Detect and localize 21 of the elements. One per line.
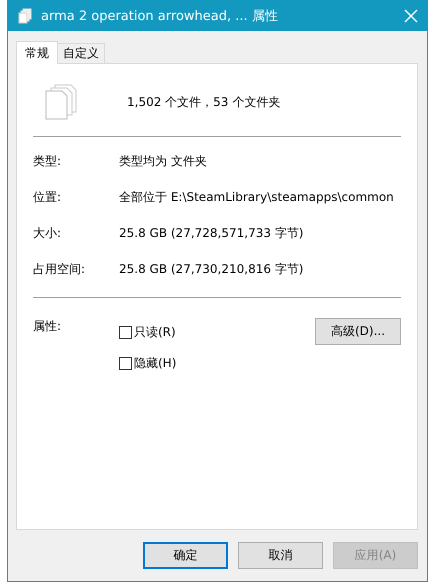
property-value: 类型均为 文件夹 [119, 153, 207, 170]
close-icon[interactable] [404, 8, 418, 22]
property-value: 全部位于 E:\SteamLibrary\steamapps\common [119, 189, 394, 206]
property-label: 占用空间: [33, 261, 86, 278]
attributes-label: 属性: [33, 318, 62, 335]
window-title: arma 2 operation arrowhead, ... 属性 [41, 8, 279, 24]
documents-icon [18, 8, 32, 24]
property-value: 25.8 GB (27,728,571,733 字节) [119, 225, 304, 242]
tab[interactable]: 自定义 [57, 43, 105, 63]
checkbox[interactable]: 隐藏(H) [119, 355, 315, 372]
property-value: 25.8 GB (27,730,210,816 字节) [119, 261, 304, 278]
dialog-button[interactable]: 取消 [238, 542, 323, 569]
file-count: 1,502 个文件，53 个文件夹 [127, 94, 280, 110]
property-label: 类型: [33, 153, 62, 170]
checkbox[interactable]: 只读(R) [119, 324, 315, 341]
property-label: 大小: [33, 225, 62, 242]
advanced-button[interactable]: 高级(D)... [315, 318, 401, 345]
documents-icon [45, 84, 77, 120]
dialog-button[interactable]: 确定 [143, 542, 228, 569]
tab[interactable]: 常规 [16, 41, 58, 64]
property-label: 位置: [33, 189, 62, 206]
